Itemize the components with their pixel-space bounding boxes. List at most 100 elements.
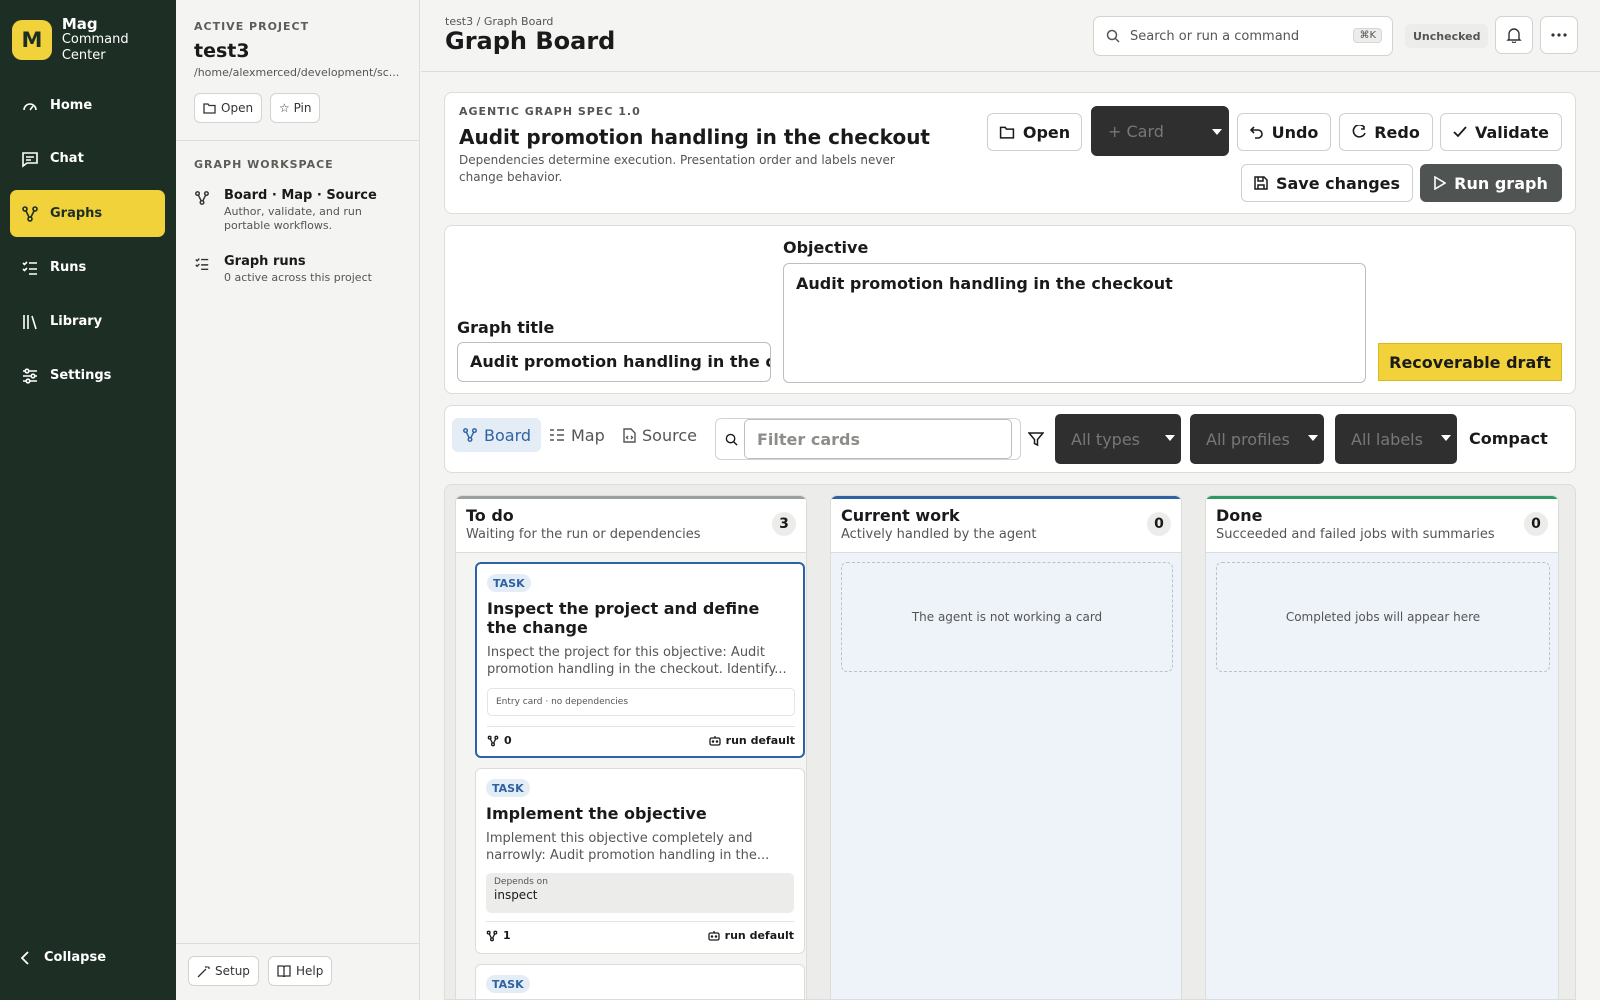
- more-options-button[interactable]: [1540, 16, 1578, 54]
- column-subtitle: Waiting for the run or dependencies: [466, 527, 701, 542]
- search-icon: [725, 433, 738, 446]
- column-accent-bar: [1206, 496, 1558, 499]
- types-select[interactable]: All types: [1055, 414, 1181, 464]
- empty-state: The agent is not working a card: [841, 562, 1173, 672]
- task-description: Inspect the project for this objective: …: [487, 645, 787, 677]
- project-name: test3: [194, 40, 250, 62]
- undo-label: Undo: [1271, 122, 1319, 142]
- column-header: Current work Actively handled by the age…: [831, 496, 1181, 553]
- graph-title-input[interactable]: Audit promotion handling in the checkout: [457, 342, 771, 382]
- workspace-item-graph-runs[interactable]: Graph runs 0 active across this project: [194, 254, 394, 285]
- nav-item-graphs[interactable]: Graphs: [10, 190, 165, 237]
- nav-item-chat[interactable]: Chat: [10, 135, 165, 182]
- workspace-item-board[interactable]: Board · Map · Source Author, validate, a…: [194, 188, 394, 233]
- column-accent-bar: [831, 496, 1181, 499]
- task-card[interactable]: TASK: [475, 964, 805, 999]
- compact-toggle[interactable]: Compact: [1469, 429, 1548, 448]
- file-code-icon: [623, 427, 636, 443]
- project-open-button[interactable]: Open: [194, 93, 263, 123]
- play-icon: [1434, 176, 1447, 190]
- gauge-icon: [20, 96, 40, 116]
- graph-spec-header: AGENTIC GRAPH SPEC 1.0 Audit promotion h…: [444, 92, 1576, 214]
- workspace-item-subtitle: 0 active across this project: [224, 271, 372, 284]
- labels-select[interactable]: All labels: [1335, 414, 1457, 464]
- open-button[interactable]: Open: [987, 113, 1082, 151]
- column-current-work: Current work Actively handled by the age…: [830, 495, 1182, 999]
- spec-label: AGENTIC GRAPH SPEC 1.0: [459, 105, 641, 118]
- validate-button[interactable]: Validate: [1440, 113, 1562, 151]
- column-count: 0: [1524, 512, 1548, 536]
- search-shortcut: ⌘K: [1353, 28, 1382, 43]
- tab-label: Board: [484, 425, 532, 445]
- objective-textarea[interactable]: Audit promotion handling in the checkout: [783, 263, 1366, 383]
- column-count: 0: [1147, 512, 1171, 536]
- help-label: Help: [296, 964, 324, 978]
- validate-label: Validate: [1474, 122, 1550, 142]
- column-title: Done: [1216, 506, 1263, 525]
- filter-icon[interactable]: [1028, 431, 1044, 447]
- project-panel: ACTIVE PROJECT test3 /home/alexmerced/de…: [176, 0, 420, 1000]
- collapse-label: Collapse: [44, 950, 107, 965]
- book-icon: [277, 965, 291, 977]
- graph-icon: [486, 930, 498, 942]
- folder-icon: [999, 125, 1015, 139]
- tab-map[interactable]: Map: [539, 418, 615, 452]
- graph-icon: [20, 204, 40, 224]
- task-badge: TASK: [486, 779, 530, 797]
- nav-item-library[interactable]: Library: [10, 298, 165, 345]
- search-icon: [1106, 29, 1120, 43]
- workspace-item-title: Board · Map · Source: [224, 188, 377, 203]
- objective-label: Objective: [783, 238, 869, 257]
- wand-icon: [197, 965, 210, 978]
- labels-select-value: All labels: [1351, 429, 1423, 449]
- map-list-icon: [549, 428, 565, 442]
- recoverable-draft-badge[interactable]: Recoverable draft: [1378, 343, 1562, 381]
- nav-item-home[interactable]: Home: [10, 82, 165, 129]
- redo-button[interactable]: Redo: [1339, 113, 1433, 151]
- run-graph-button[interactable]: Run graph: [1420, 164, 1562, 202]
- setup-button[interactable]: Setup: [188, 956, 259, 986]
- add-card-button[interactable]: + Card: [1091, 106, 1229, 156]
- collapse-button[interactable]: Collapse: [20, 950, 106, 965]
- undo-button[interactable]: Undo: [1237, 113, 1331, 151]
- task-description: Implement this objective completely and …: [486, 831, 770, 863]
- tab-board[interactable]: Board: [452, 418, 542, 452]
- caret-down-icon: [1308, 435, 1318, 441]
- task-footer: 1 run default: [486, 921, 794, 945]
- active-project-label: ACTIVE PROJECT: [194, 20, 310, 33]
- empty-state: Completed jobs will appear here: [1216, 562, 1550, 672]
- column-subtitle: Succeeded and failed jobs with summaries: [1216, 527, 1495, 542]
- nav-item-settings[interactable]: Settings: [10, 352, 165, 399]
- dependency-count: 1: [503, 929, 511, 942]
- brand[interactable]: M Mag Command Center: [12, 16, 176, 64]
- task-card[interactable]: TASK Inspect the project and define the …: [475, 562, 805, 758]
- sliders-icon: [20, 366, 40, 386]
- divider: [176, 943, 419, 944]
- filter-cards-input[interactable]: Filter cards: [744, 419, 1012, 459]
- chat-icon: [20, 149, 40, 169]
- task-card[interactable]: TASK Implement the objective Implement t…: [475, 768, 805, 954]
- task-badge: TASK: [487, 574, 531, 592]
- nav-item-runs[interactable]: Runs: [10, 244, 165, 291]
- caret-down-icon: [1441, 435, 1451, 441]
- notifications-button[interactable]: [1495, 16, 1533, 54]
- task-title: Inspect the project and define the chang…: [487, 599, 760, 637]
- dependency-count: 0: [504, 734, 512, 747]
- graph-form: Graph title Audit promotion handling in …: [444, 225, 1576, 394]
- column-todo: To do Waiting for the run or dependencie…: [455, 495, 807, 999]
- tab-label: Map: [571, 425, 605, 445]
- nav-item-label: Settings: [50, 368, 112, 383]
- list-icon: [20, 258, 40, 278]
- tab-source[interactable]: Source: [613, 418, 707, 452]
- project-pin-button[interactable]: ☆ Pin: [270, 93, 321, 123]
- column-header: Done Succeeded and failed jobs with summ…: [1206, 496, 1558, 553]
- save-changes-button[interactable]: Save changes: [1241, 164, 1413, 202]
- profiles-select[interactable]: All profiles: [1190, 414, 1324, 464]
- help-button[interactable]: Help: [268, 956, 333, 986]
- open-label: Open: [1022, 122, 1071, 142]
- project-pin-label: ☆ Pin: [279, 101, 312, 115]
- undo-icon: [1249, 125, 1264, 139]
- caret-down-icon[interactable]: [1212, 129, 1222, 135]
- list-icon: [194, 256, 212, 285]
- command-search[interactable]: Search or run a command ⌘K: [1093, 16, 1393, 56]
